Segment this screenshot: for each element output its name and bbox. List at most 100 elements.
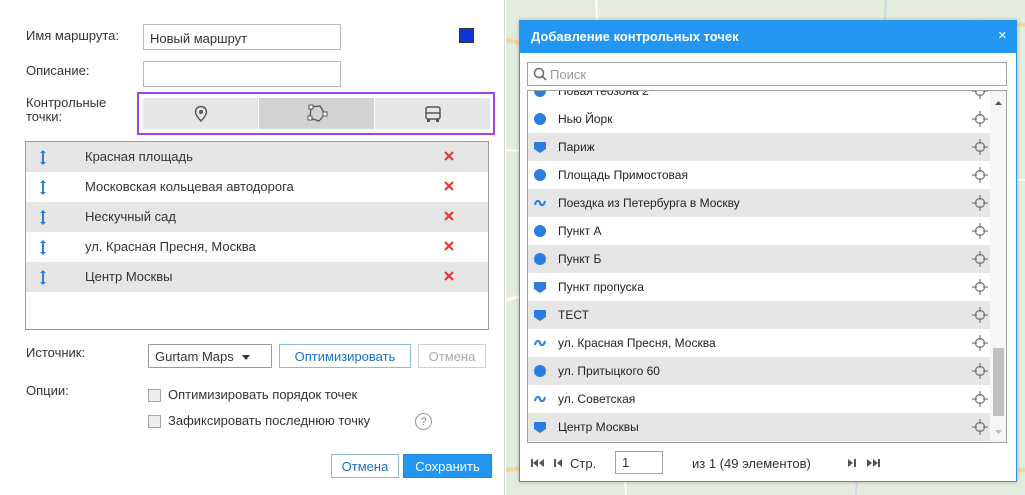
line-geofence-icon — [534, 339, 546, 347]
mode-button-marker[interactable] — [143, 98, 258, 129]
geofence-row[interactable]: Пункт пропуска — [528, 273, 990, 301]
crosshair-icon[interactable] — [972, 90, 988, 99]
route-name-input[interactable]: Новый маршрут — [143, 24, 341, 50]
last-page-icon[interactable] — [866, 458, 880, 468]
delete-icon[interactable] — [442, 269, 456, 283]
route-point-name: Центр Москвы — [85, 269, 173, 284]
delete-icon[interactable] — [442, 209, 456, 223]
geofence-row[interactable]: Париж — [528, 133, 990, 161]
crosshair-icon[interactable] — [972, 195, 988, 211]
optimize-order-checkbox[interactable] — [148, 389, 161, 402]
circle-geofence-icon — [534, 253, 546, 265]
crosshair-icon[interactable] — [972, 363, 988, 379]
fix-last-point-label: Зафиксировать последнюю точку — [168, 413, 371, 428]
cancel-button[interactable]: Отмена — [331, 454, 399, 478]
scroll-up-icon[interactable] — [990, 97, 1007, 109]
geofence-row[interactable]: Новая геозона 2 — [528, 90, 990, 105]
delete-icon[interactable] — [442, 239, 456, 253]
list-scrollbar[interactable] — [990, 91, 1007, 442]
help-icon[interactable]: ? — [415, 413, 432, 430]
circle-geofence-icon — [534, 169, 546, 181]
checkpoint-source-toggle — [137, 92, 495, 135]
mode-button-unit[interactable] — [375, 98, 490, 129]
drag-handle-icon[interactable] — [39, 179, 47, 196]
save-button[interactable]: Сохранить — [403, 454, 492, 478]
geofence-name: ул. Красная Пресня, Москва — [558, 336, 716, 350]
options-label: Опции: — [26, 383, 69, 398]
geofence-row[interactable]: Поездка из Петербурга в Москву — [528, 189, 990, 217]
crosshair-icon[interactable] — [972, 335, 988, 351]
next-page-icon[interactable] — [847, 458, 856, 468]
source-label: Источник: — [26, 345, 86, 360]
geofence-name: Пункт пропуска — [558, 280, 644, 294]
search-input[interactable]: Поиск — [527, 62, 1007, 86]
optimize-order-label: Оптимизировать порядок точек — [168, 387, 358, 402]
fix-last-point-checkbox[interactable] — [148, 415, 161, 428]
polygon-geofence-icon — [534, 422, 546, 433]
route-editor-panel: Имя маршрута: Новый маршрут Описание: Ко… — [0, 0, 505, 495]
drag-handle-icon[interactable] — [39, 209, 47, 226]
route-point-name: Нескучный сад — [85, 209, 176, 224]
geofence-row[interactable]: ул. Советская — [528, 385, 990, 413]
route-point-row[interactable]: Центр Москвы — [26, 262, 488, 292]
crosshair-icon[interactable] — [972, 167, 988, 183]
crosshair-icon[interactable] — [972, 279, 988, 295]
page-count-text: из 1 (49 элементов) — [692, 456, 811, 471]
prev-page-icon[interactable] — [554, 458, 563, 468]
geofence-name: Площадь Примостовая — [558, 168, 688, 182]
scroll-down-icon[interactable] — [990, 426, 1007, 438]
map-marker-icon — [194, 105, 207, 122]
crosshair-icon[interactable] — [972, 391, 988, 407]
geofence-name: Пункт Б — [558, 252, 602, 266]
line-geofence-icon — [534, 395, 546, 403]
page-number-input[interactable]: 1 — [615, 451, 663, 474]
geofence-name: ул. Советская — [558, 392, 636, 406]
geofence-row[interactable]: ул. Притыцкого 60 — [528, 357, 990, 385]
geofence-row[interactable]: ТЕСТ — [528, 301, 990, 329]
geofence-name: Пункт А — [558, 224, 602, 238]
scrollbar-thumb[interactable] — [993, 348, 1004, 416]
drag-handle-icon[interactable] — [39, 239, 47, 256]
description-input[interactable] — [143, 61, 341, 87]
drag-handle-icon[interactable] — [39, 269, 47, 286]
route-point-row[interactable]: Красная площадь — [26, 142, 488, 172]
circle-geofence-icon — [534, 91, 546, 97]
geofence-name: ул. Притыцкого 60 — [558, 364, 660, 378]
geofence-row[interactable]: Центр Москвы — [528, 413, 990, 441]
optimize-button[interactable]: Оптимизировать — [279, 344, 411, 368]
geofence-row[interactable]: ул. Красная Пресня, Москва — [528, 329, 990, 357]
description-label: Описание: — [26, 63, 90, 78]
crosshair-icon[interactable] — [972, 139, 988, 155]
first-page-icon[interactable] — [531, 458, 545, 468]
crosshair-icon[interactable] — [972, 111, 988, 127]
geofence-name: Центр Москвы — [558, 420, 639, 434]
polygon-geofence-icon — [534, 282, 546, 293]
route-point-row[interactable]: Московская кольцевая автодорога — [26, 172, 488, 202]
circle-geofence-icon — [534, 365, 546, 377]
crosshair-icon[interactable] — [972, 419, 988, 435]
source-select[interactable]: Gurtam Maps — [148, 344, 272, 368]
delete-icon[interactable] — [442, 179, 456, 193]
polygon-geofence-icon — [534, 310, 546, 321]
crosshair-icon[interactable] — [972, 223, 988, 239]
geofence-row[interactable]: Пункт А — [528, 217, 990, 245]
geofence-list: Новая геозона 2 Нью Йорк Париж Площадь П… — [527, 90, 1007, 443]
cancel-optimize-button[interactable]: Отмена — [418, 344, 486, 368]
drag-handle-icon[interactable] — [39, 149, 47, 166]
route-point-row[interactable]: ул. Красная Пресня, Москва — [26, 232, 488, 262]
search-icon — [533, 67, 547, 81]
crosshair-icon[interactable] — [972, 251, 988, 267]
mode-button-geofence[interactable] — [259, 98, 374, 129]
geofence-row[interactable]: Площадь Примостовая — [528, 161, 990, 189]
route-point-row[interactable]: Нескучный сад — [26, 202, 488, 232]
close-icon[interactable]: × — [998, 27, 1007, 44]
geofence-row[interactable]: Нью Йорк — [528, 105, 990, 133]
circle-geofence-icon — [534, 113, 546, 125]
geofence-row[interactable]: Пункт Б — [528, 245, 990, 273]
polygon-geofence-icon — [534, 142, 546, 153]
route-color-swatch[interactable] — [459, 28, 474, 43]
source-select-value: Gurtam Maps — [155, 349, 234, 364]
delete-icon[interactable] — [442, 149, 456, 163]
geofence-name: ТЕСТ — [558, 308, 589, 322]
crosshair-icon[interactable] — [972, 307, 988, 323]
